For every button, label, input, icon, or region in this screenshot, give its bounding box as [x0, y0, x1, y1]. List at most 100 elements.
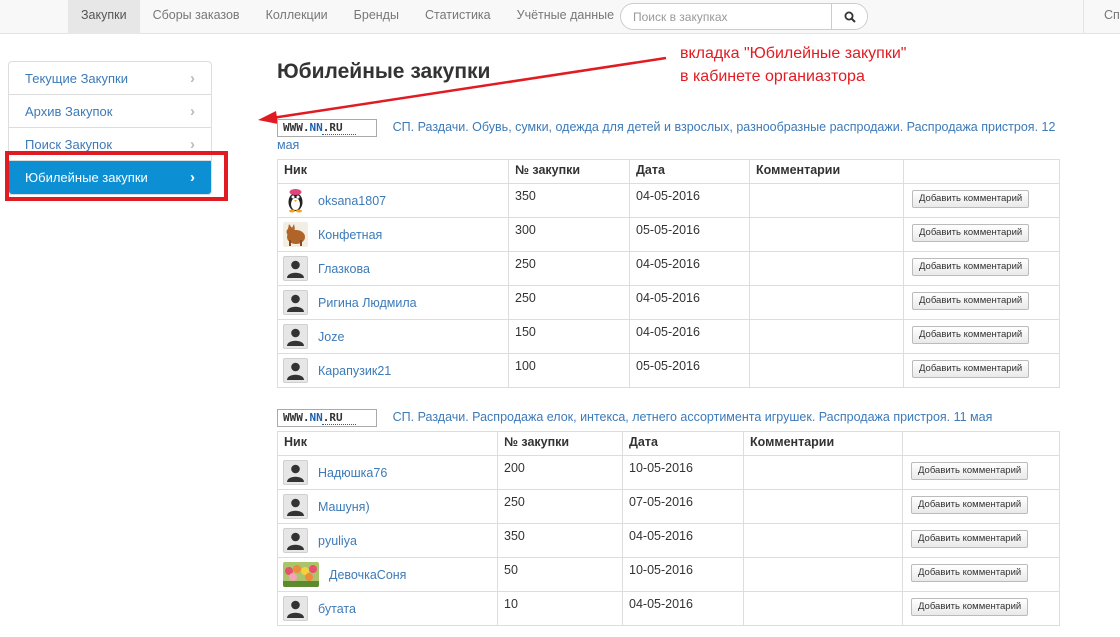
add-comment-button[interactable]: Добавить комментарий: [911, 598, 1029, 616]
actions-cell: Добавить комментарий: [902, 523, 1060, 558]
user-nick-link[interactable]: oksana1807: [318, 194, 386, 208]
nick-cell: Joze: [277, 319, 509, 354]
flowers-avatar[interactable]: [283, 562, 319, 587]
table-header-row: Ник № закупки Дата Комментарии: [277, 159, 1060, 184]
user-nick-link[interactable]: Глазкова: [318, 262, 370, 276]
table-row: oksana1807 350 04-05-2016 Добавить коммента…: [277, 183, 1060, 218]
purchase-number-cell: 10: [497, 591, 623, 626]
column-header-number: № закупки: [508, 159, 630, 184]
add-comment-button[interactable]: Добавить комментарий: [912, 360, 1030, 378]
purchase-link[interactable]: СП. Раздачи. Распродажа елок, интекса, л…: [393, 410, 993, 424]
default-avatar[interactable]: [283, 324, 308, 349]
sidebar-item-label: Юбилейные закупки: [25, 170, 148, 185]
nav-tab-account-data[interactable]: Учётные данные: [504, 0, 627, 34]
default-avatar[interactable]: [283, 596, 308, 621]
sidebar-item-current-purchases[interactable]: Текущие Закупки ›: [9, 62, 211, 95]
nav-tab-purchases[interactable]: Закупки: [68, 0, 140, 34]
default-avatar[interactable]: [283, 494, 308, 519]
table-row: ДевочкаСоня 50 10-05-2016 Добавить коммента…: [277, 557, 1060, 592]
column-header-actions: [903, 159, 1060, 184]
column-header-nick: Ник: [277, 431, 498, 456]
add-comment-button[interactable]: Добавить комментарий: [912, 326, 1030, 344]
participants-table: Ник № закупки Дата Комментарии Надюшка76…: [277, 431, 1060, 626]
user-nick-link[interactable]: бутата: [318, 602, 356, 616]
add-comment-button[interactable]: Добавить комментарий: [912, 292, 1030, 310]
add-comment-button[interactable]: Добавить комментарий: [912, 258, 1030, 276]
user-nick-link[interactable]: Joze: [318, 330, 344, 344]
search-button[interactable]: [831, 4, 867, 29]
default-avatar[interactable]: [283, 290, 308, 315]
sidebar-item-purchase-search[interactable]: Поиск Закупок ›: [9, 128, 211, 161]
add-comment-button[interactable]: Добавить комментарий: [911, 496, 1029, 514]
column-header-comments: Комментарии: [743, 431, 903, 456]
search-input[interactable]: [621, 4, 833, 29]
default-avatar[interactable]: [283, 358, 308, 383]
user-nick-link[interactable]: Карапузик21: [318, 364, 391, 378]
purchase-number-cell: 250: [497, 489, 623, 524]
user-nick-link[interactable]: pyuliya: [318, 534, 357, 548]
annotation-text: вкладка "Юбилейные закупки" в кабинете о…: [680, 42, 906, 88]
user-nick-link[interactable]: ДевочкаСоня: [329, 568, 406, 582]
penguin-avatar[interactable]: [283, 188, 308, 213]
nick-cell: Ригина Людмила: [277, 285, 509, 320]
nav-tab-statistics[interactable]: Статистика: [412, 0, 504, 34]
default-avatar[interactable]: [283, 528, 308, 553]
cat-avatar[interactable]: [283, 222, 308, 247]
column-header-nick: Ник: [277, 159, 509, 184]
table-row: Глазкова 250 04-05-2016 Добавить комментари…: [277, 251, 1060, 286]
purchase-number-cell: 250: [508, 285, 630, 320]
add-comment-button[interactable]: Добавить комментарий: [912, 224, 1030, 242]
nick-cell: Машуня): [277, 489, 498, 524]
search-icon: [844, 11, 856, 23]
nick-cell: Глазкова: [277, 251, 509, 286]
user-nick-link[interactable]: Ригина Людмила: [318, 296, 417, 310]
annotation-line: в кабинете органиазтора: [680, 68, 865, 85]
purchase-number-cell: 150: [508, 319, 630, 354]
date-cell: 04-05-2016: [622, 523, 744, 558]
table-row: бутата 10 04-05-2016 Добавить комментарий: [277, 591, 1060, 626]
actions-cell: Добавить комментарий: [902, 489, 1060, 524]
default-avatar[interactable]: [283, 460, 308, 485]
add-comment-button[interactable]: Добавить комментарий: [911, 462, 1029, 480]
nav-tab-order-collections[interactable]: Сборы заказов: [140, 0, 253, 34]
purchase-number-cell: 350: [508, 183, 630, 218]
date-cell: 05-05-2016: [629, 217, 750, 252]
actions-cell: Добавить комментарий: [903, 353, 1060, 388]
purchase-number-cell: 350: [497, 523, 623, 558]
comment-cell: [749, 183, 904, 218]
date-cell: 04-05-2016: [629, 285, 750, 320]
comment-cell: [743, 523, 903, 558]
top-navbar: Закупки Сборы заказов Коллекции Бренды С…: [0, 0, 1120, 34]
sidebar-item-purchase-archive[interactable]: Архив Закупок ›: [9, 95, 211, 128]
nav-help-link[interactable]: Спр: [1083, 0, 1120, 34]
site-logo: WWW.NN.RU: [277, 409, 377, 427]
purchase-number-cell: 250: [508, 251, 630, 286]
sidebar-item-anniversary-purchases[interactable]: Юбилейные закупки ›: [9, 161, 211, 194]
participants-table: Ник № закупки Дата Комментарии oksana180…: [277, 159, 1060, 388]
add-comment-button[interactable]: Добавить комментарий: [911, 564, 1029, 582]
actions-cell: Добавить комментарий: [902, 591, 1060, 626]
date-cell: 04-05-2016: [629, 183, 750, 218]
column-header-comments: Комментарии: [749, 159, 904, 184]
add-comment-button[interactable]: Добавить комментарий: [911, 530, 1029, 548]
add-comment-button[interactable]: Добавить комментарий: [912, 190, 1030, 208]
user-nick-link[interactable]: Машуня): [318, 500, 370, 514]
table-row: pyuliya 350 04-05-2016 Добавить комментарий: [277, 523, 1060, 558]
chevron-right-icon: ›: [190, 135, 195, 153]
purchase-link[interactable]: СП. Раздачи. Обувь, сумки, одежда для де…: [277, 120, 1055, 152]
default-avatar[interactable]: [283, 256, 308, 281]
comment-cell: [743, 591, 903, 626]
date-cell: 07-05-2016: [622, 489, 744, 524]
user-nick-link[interactable]: Конфетная: [318, 228, 382, 242]
site-logo: WWW.NN.RU: [277, 119, 377, 137]
brand-logo-area[interactable]: [0, 0, 68, 34]
annotation-line: вкладка "Юбилейные закупки": [680, 45, 907, 62]
nav-tab-brands[interactable]: Бренды: [341, 0, 412, 34]
table-row: Конфетная 300 05-05-2016 Добавить комментар…: [277, 217, 1060, 252]
nick-cell: Надюшка76: [277, 455, 498, 490]
user-nick-link[interactable]: Надюшка76: [318, 466, 387, 480]
page-title: Юбилейные закупки: [277, 60, 491, 83]
actions-cell: Добавить комментарий: [903, 217, 1060, 252]
column-header-date: Дата: [622, 431, 744, 456]
nav-tab-collections[interactable]: Коллекции: [253, 0, 341, 34]
